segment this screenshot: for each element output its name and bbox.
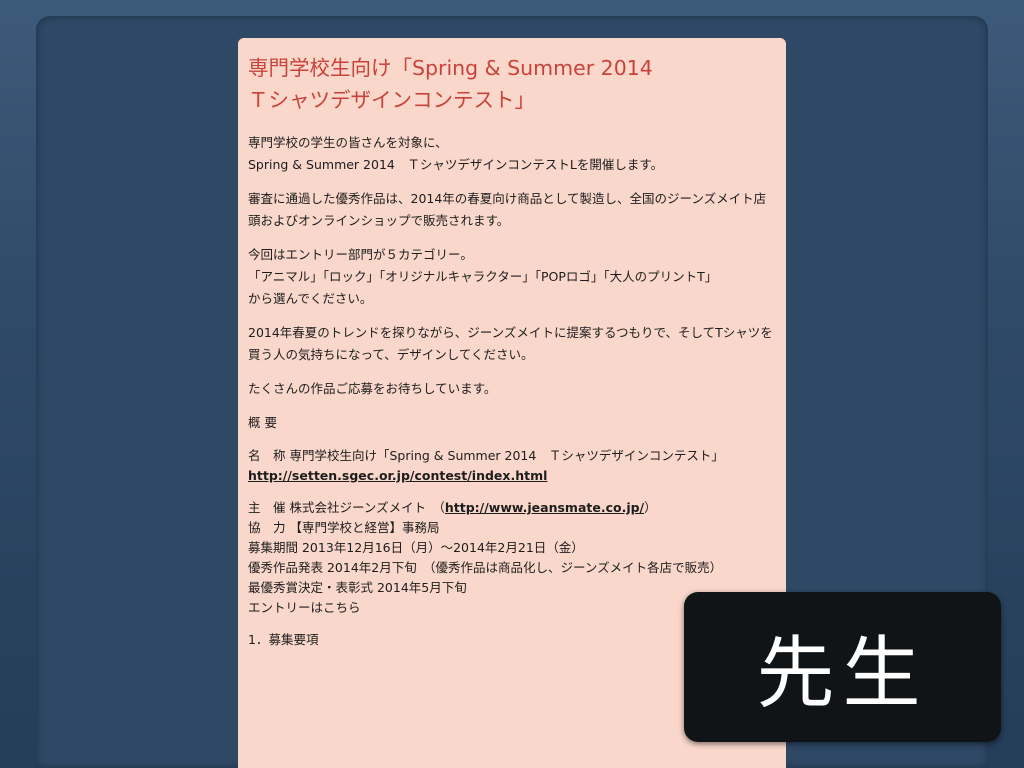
document-content: 専門学校生向け「Spring & Summer 2014 Ｔシャツデザインコンテ… — [248, 52, 778, 650]
category-paragraph: 今回はエントリー部門が５カテゴリー。 「アニマル」「ロック」「オリジナルキャラク… — [248, 247, 718, 306]
intro-paragraph: 専門学校の学生の皆さんを対象に、 Spring & Summer 2014 Ｔシ… — [248, 135, 664, 172]
contest-name-row: 名 称 専門学校生向け「Spring & Summer 2014 Ｔシャツデザイ… — [248, 448, 724, 463]
organizer-url-link[interactable]: http://www.jeansmate.co.jp/ — [445, 500, 644, 515]
speaker-label: 先生 — [756, 629, 929, 719]
organizer-label: 主 催 株式会社ジーンズメイト （ — [248, 500, 445, 515]
announcement-row: 優秀作品発表 2014年2月下旬 （優秀作品は商品化し、ジーンズメイト各店で販売… — [248, 560, 723, 575]
contest-url-link[interactable]: http://setten.sgec.or.jp/contest/index.h… — [248, 466, 778, 486]
invitation-paragraph: たくさんの作品ご応募をお待ちしています。 — [248, 381, 497, 396]
page-title: 専門学校生向け「Spring & Summer 2014 Ｔシャツデザインコンテ… — [248, 56, 653, 112]
production-paragraph: 審査に通過した優秀作品は、2014年の春夏向け商品として製造し、全国のジーンズメ… — [248, 191, 767, 228]
organizer-row: 主 催 株式会社ジーンズメイト （http://www.jeansmate.co… — [248, 498, 778, 518]
name-block: 名 称 専門学校生向け「Spring & Summer 2014 Ｔシャツデザイ… — [248, 446, 778, 486]
trend-paragraph: 2014年春夏のトレンドを探りながら、ジーンズメイトに提案するつもりで、そしてT… — [248, 325, 773, 362]
period-row: 募集期間 2013年12月16日（月）～2014年2月21日（金） — [248, 540, 584, 555]
cooperation-row: 協 力 【専門学校と経営】事務局 — [248, 520, 440, 535]
speaker-label-overlay: 先生 — [684, 592, 1001, 742]
overview-heading: 概 要 — [248, 415, 277, 430]
organizer-suffix: ） — [644, 500, 657, 515]
